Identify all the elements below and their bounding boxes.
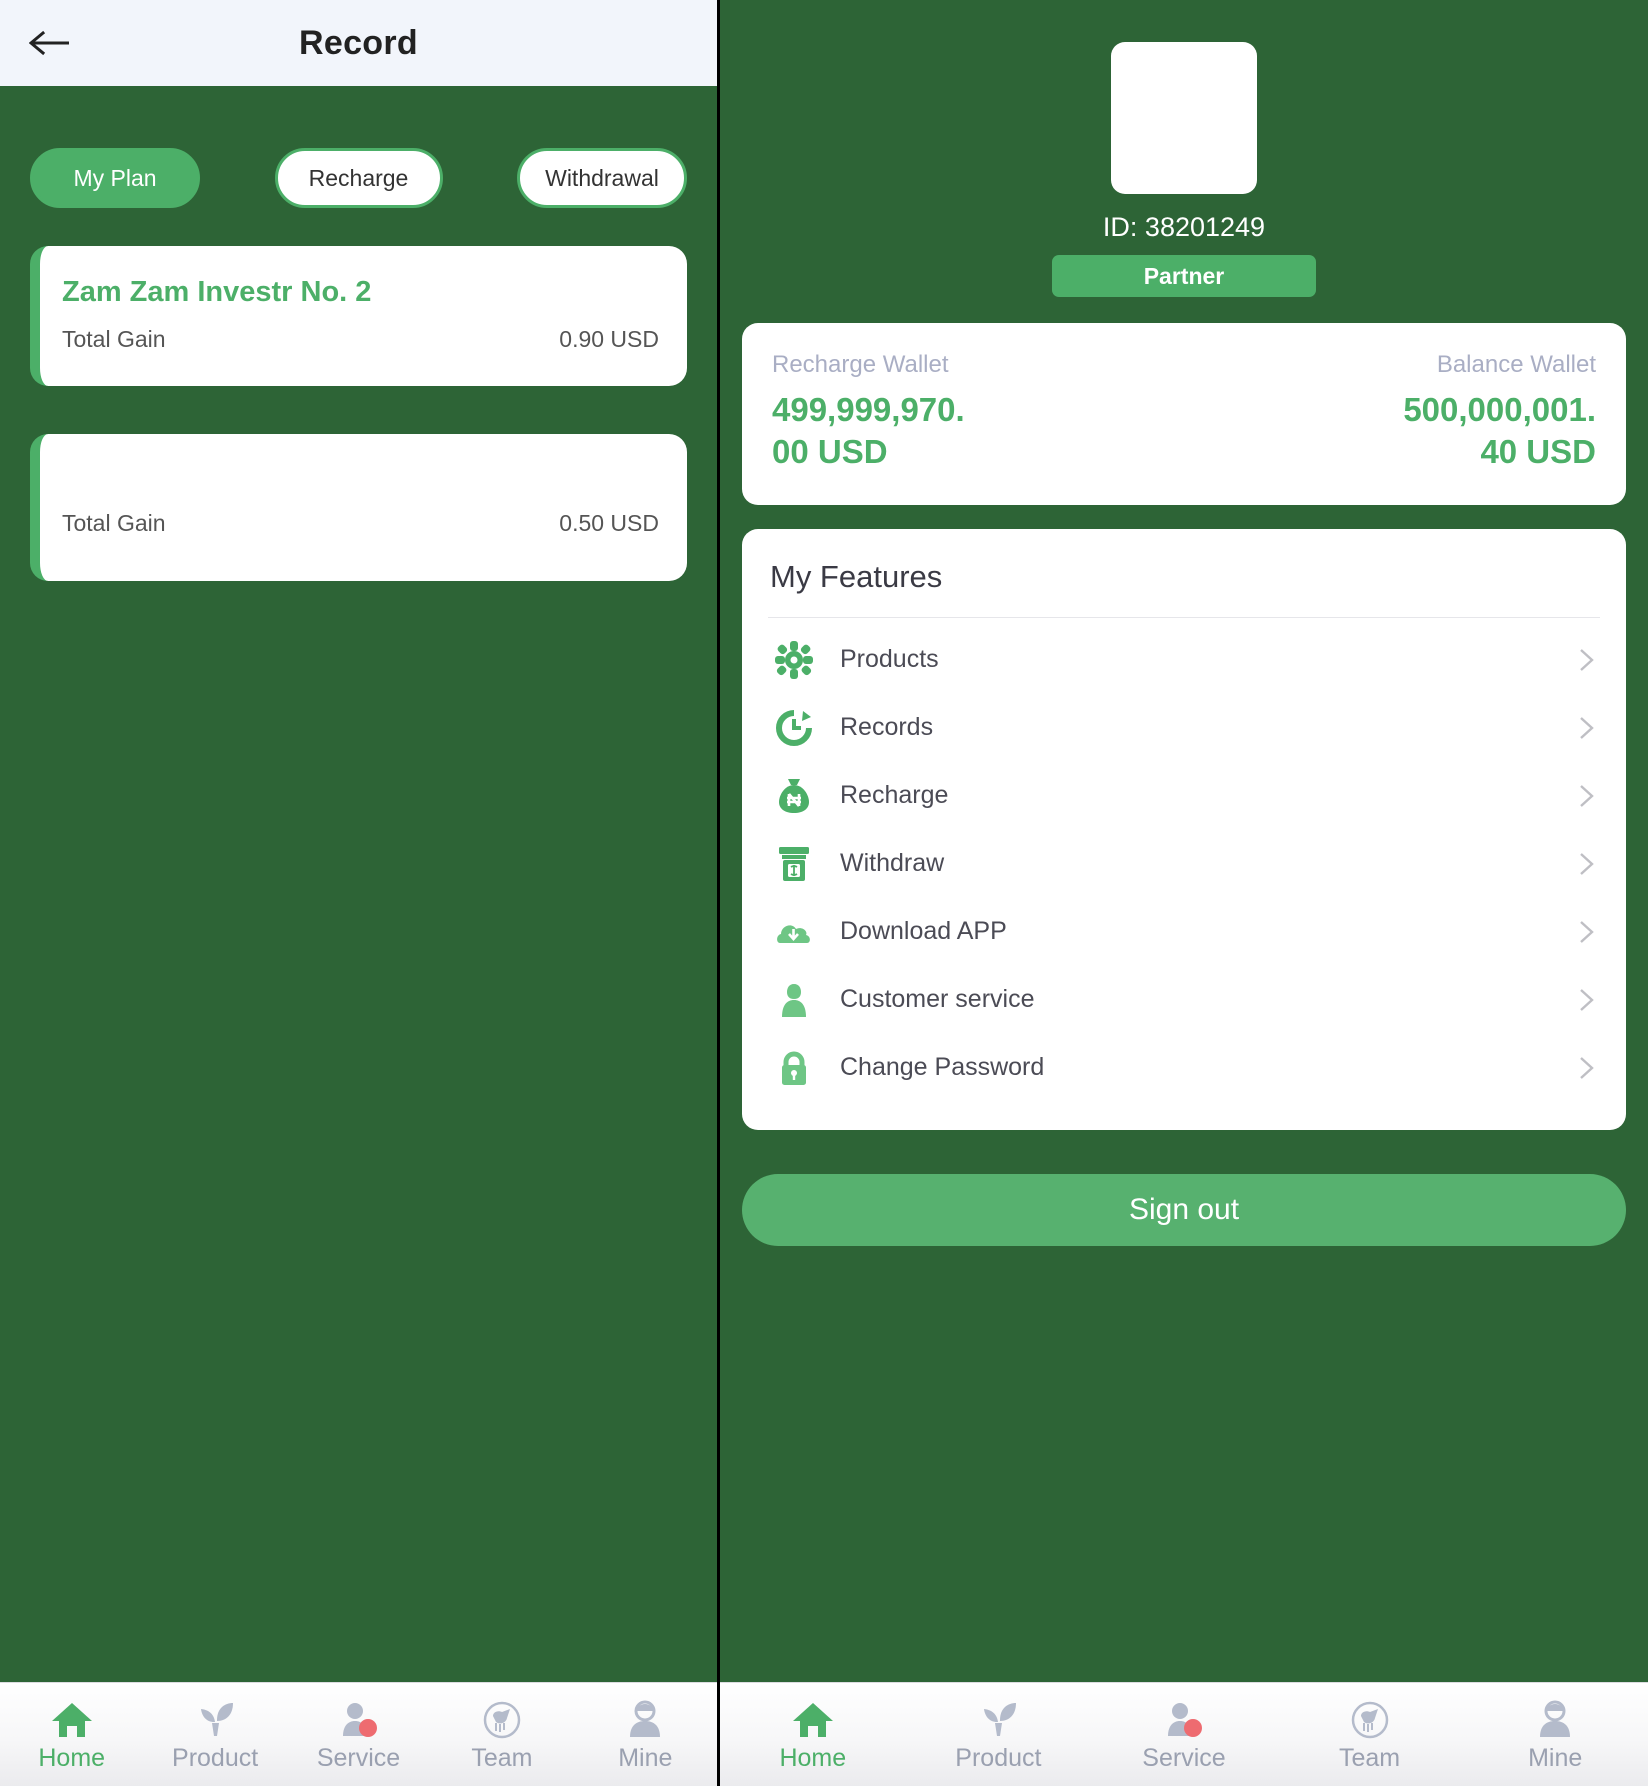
tab-recharge[interactable]: Recharge [274,148,443,209]
support-icon [337,1696,381,1740]
team-icon [480,1696,524,1740]
bottom-nav-right: Home Product Service Team Mine [720,1682,1648,1786]
balance-wallet: Balance Wallet 500,000,001.40 USD [1184,351,1596,473]
wallet-value: 500,000,001.40 USD [1403,391,1596,470]
feature-item-download-app[interactable]: Download APP [768,898,1600,966]
left-spacer [0,1156,717,1682]
avatar[interactable] [1111,42,1257,194]
user-icon [1533,1696,1577,1740]
feature-item-customer-service[interactable]: Customer service [768,966,1600,1034]
nav-item-mine[interactable]: Mine [1462,1696,1648,1773]
feature-label: Change Password [840,1053,1045,1082]
record-tab-bar: My Plan Recharge Withdrawal [0,86,717,209]
nav-label: Product [955,1744,1042,1772]
plan-name: Zam Zam Investr No. 2 [62,276,372,309]
record-screen: Record My Plan Recharge Withdrawal Zam Z… [0,0,720,1786]
nav-item-service[interactable]: Service [287,1696,430,1773]
nav-item-team[interactable]: Team [430,1696,573,1773]
plan-card[interactable]: Total Gain 0.50 USD [30,434,687,582]
nav-label: Service [1142,1744,1226,1772]
lock-icon [768,1046,820,1090]
plant-icon [976,1696,1020,1740]
nav-label: Mine [618,1744,673,1772]
recharge-wallet: Recharge Wallet 499,999,970.00 USD [772,351,1184,473]
plan-gain-value: 0.50 USD [559,510,659,537]
wallet-label: Balance Wallet [1436,351,1596,378]
chevron-right-icon [1572,714,1600,742]
support-icon [1162,1696,1206,1740]
nav-item-team[interactable]: Team [1277,1696,1463,1773]
my-features-card: My Features Products Records Recharge Wi… [742,528,1626,1130]
team-icon [1348,1696,1392,1740]
feature-item-products[interactable]: Products [768,626,1600,694]
person-icon [768,978,820,1022]
feature-item-records[interactable]: Records [768,694,1600,762]
plan-card-list: Zam Zam Investr No. 2 Total Gain 0.90 US… [0,208,717,1155]
feature-label: Download APP [840,917,1007,946]
home-icon [50,1696,94,1740]
nav-item-product[interactable]: Product [906,1696,1092,1773]
tab-my-plan[interactable]: My Plan [30,148,200,209]
back-button[interactable] [28,23,74,63]
nav-label: Home [38,1744,106,1772]
money-bag-icon [768,774,820,818]
arrow-left-icon [29,30,73,56]
feature-label: Products [840,645,939,674]
profile-header: ID: 38201249 Partner [720,0,1648,297]
feature-label: Records [840,713,934,742]
bottom-nav-left: Home Product Service Team Mine [0,1682,717,1786]
feature-label: Customer service [840,985,1035,1014]
plan-card[interactable]: Zam Zam Investr No. 2 Total Gain 0.90 US… [30,246,687,387]
nav-label: Mine [1528,1744,1583,1772]
gear-icon [768,638,820,682]
plan-gain-value: 0.90 USD [559,326,659,353]
chevron-right-icon [1572,1054,1600,1082]
nav-label: Service [316,1744,401,1772]
nav-item-product[interactable]: Product [143,1696,286,1773]
chevron-right-icon [1572,782,1600,810]
nav-label: Home [779,1744,847,1772]
wallet-value: 499,999,970.00 USD [772,391,965,470]
nav-label: Team [1339,1744,1401,1772]
nav-item-home[interactable]: Home [0,1696,143,1773]
chevron-right-icon [1572,986,1600,1014]
history-icon [768,706,820,750]
nav-label: Product [172,1744,259,1772]
right-spacer [720,1246,1648,1682]
user-id-text: ID: 38201249 [1102,212,1266,242]
feature-item-withdraw[interactable]: Withdraw [768,830,1600,898]
nav-item-service[interactable]: Service [1091,1696,1277,1773]
plan-gain-label: Total Gain [62,510,166,537]
user-icon [623,1696,667,1740]
sign-out-button[interactable]: Sign out [742,1173,1626,1246]
divider [768,616,1600,618]
feature-item-change-password[interactable]: Change Password [768,1034,1600,1102]
rank-badge[interactable]: Partner [1052,255,1316,297]
chevron-right-icon [1572,646,1600,674]
page-title: Record [299,23,418,62]
feature-label: Recharge [840,781,949,810]
home-icon [791,1696,835,1740]
nav-item-mine[interactable]: Mine [574,1696,717,1773]
tab-withdrawal[interactable]: Withdrawal [517,148,687,209]
plan-gain-row: Total Gain 0.90 USD [62,326,659,353]
feature-item-recharge[interactable]: Recharge [768,762,1600,830]
record-appbar: Record [0,0,717,86]
plant-icon [193,1696,237,1740]
nav-label: Team [471,1744,533,1772]
mine-screen: ID: 38201249 Partner Recharge Wallet 499… [720,0,1648,1786]
features-title: My Features [770,558,943,594]
wallet-card: Recharge Wallet 499,999,970.00 USD Balan… [742,323,1626,505]
feature-label: Withdraw [840,849,945,878]
plan-gain-row: Total Gain 0.50 USD [62,510,659,537]
atm-icon [768,842,820,886]
chevron-right-icon [1572,918,1600,946]
plan-gain-label: Total Gain [62,326,166,353]
wallet-label: Recharge Wallet [772,351,949,378]
nav-item-home[interactable]: Home [720,1696,906,1773]
dual-screenshot-container: Record My Plan Recharge Withdrawal Zam Z… [0,0,1648,1786]
chevron-right-icon [1572,850,1600,878]
cloud-download-icon [768,910,820,954]
